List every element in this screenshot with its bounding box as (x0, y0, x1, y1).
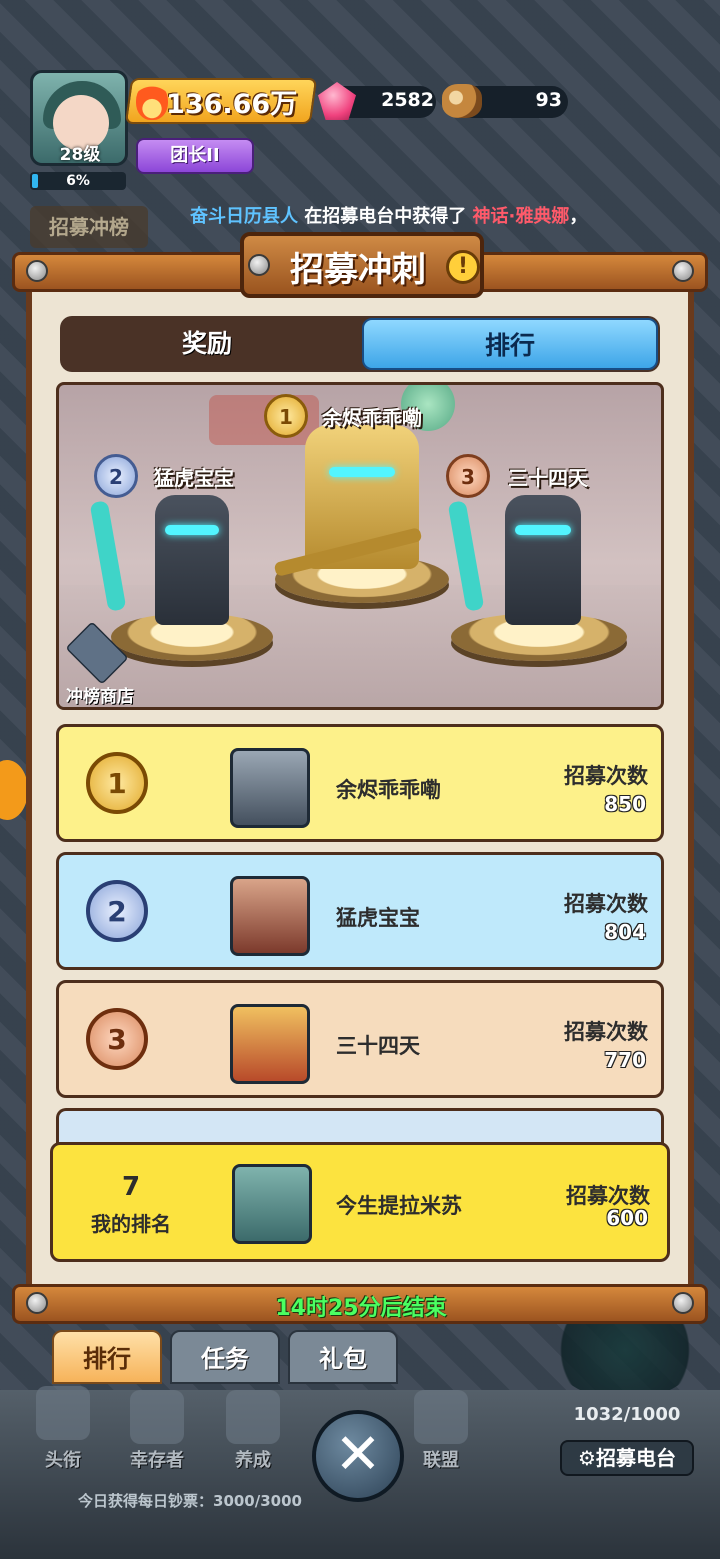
rank-name: 猛虎宝宝 (336, 906, 420, 930)
resource-counter: 1032/1000 (573, 1404, 681, 1425)
recruit-count-label: 招募次数 (564, 764, 648, 788)
tab-ranking-bottom[interactable]: 排行 (52, 1330, 162, 1384)
recruit-count-value: 850 (604, 792, 646, 816)
tab-gift-pack[interactable]: 礼包 (288, 1330, 398, 1384)
ticker-item: 神话·雅典娜 (472, 206, 570, 227)
gem-value: 2582 (381, 89, 434, 111)
nav-alliance[interactable]: 联盟 (396, 1446, 486, 1472)
my-rank-number: 7 (121, 1172, 141, 1202)
rank-2-medal-icon: 2 (86, 880, 148, 942)
daily-banknote-status: 今日获得每日钞票：3000/3000 (78, 1492, 302, 1510)
medal-1-icon: 1 (264, 394, 308, 438)
recruit-count-label: 招募次数 (564, 892, 648, 916)
tab-rewards[interactable]: 奖励 (62, 318, 352, 370)
title-badge[interactable]: 团长II (136, 138, 254, 174)
rank-1-medal-icon: 1 (86, 752, 148, 814)
close-button[interactable]: ✕ (312, 1410, 404, 1502)
hero-visor (165, 525, 219, 535)
title-icon[interactable] (36, 1386, 90, 1440)
ticker-player: 奋斗日历县人 (190, 206, 298, 227)
recruit-count-value: 804 (604, 920, 646, 944)
rank-name: 余烬乖乖嘞 (336, 778, 441, 802)
hero-3[interactable] (505, 495, 581, 625)
bolt-icon (248, 254, 270, 276)
recruit-count-value: 600 (606, 1206, 648, 1230)
exp-percent: 6% (66, 173, 90, 189)
medal-3-icon: 3 (446, 454, 490, 498)
tab-tasks[interactable]: 任务 (170, 1330, 280, 1384)
avatar (230, 748, 310, 828)
panel-title: 招募冲刺 (290, 250, 426, 290)
my-rank-label: 我的排名 (91, 1212, 171, 1236)
nav-develop[interactable]: 养成 (208, 1446, 298, 1472)
countdown-timer: 14时25分后结束 (275, 1296, 447, 1321)
bolt-icon (26, 1292, 48, 1314)
player-level: 28级 (59, 145, 101, 165)
podium-name-2: 猛虎宝宝 (154, 466, 234, 490)
recruit-station-button[interactable]: ⚙招募电台 (560, 1440, 694, 1476)
avatar (230, 876, 310, 956)
gear-icon: ⚙ (578, 1446, 596, 1470)
podium-name-1: 余烬乖乖嘞 (322, 406, 422, 430)
nav-title[interactable]: 头衔 (18, 1446, 108, 1472)
develop-icon[interactable] (226, 1390, 280, 1444)
shop-label[interactable]: 冲榜商店 (58, 682, 142, 707)
recruit-station-label: 招募电台 (595, 1446, 676, 1470)
info-icon[interactable]: ! (446, 250, 480, 284)
wood-value: 93 (535, 89, 562, 111)
bolt-icon (26, 260, 48, 282)
my-name: 今生提拉米苏 (336, 1194, 462, 1218)
medal-2-icon: 2 (94, 454, 138, 498)
my-avatar (232, 1164, 312, 1244)
bg-recruit-rank-tab[interactable]: 招募冲榜 (30, 206, 148, 248)
podium-name-3: 三十四天 (508, 466, 588, 490)
avatar (230, 1004, 310, 1084)
ticker-text: 在招募电台中获得了 (298, 206, 473, 227)
ticker-tail: ， (569, 206, 588, 227)
rank-name: 三十四天 (336, 1034, 420, 1058)
nav-survivor[interactable]: 幸存者 (112, 1446, 202, 1472)
hero-2[interactable] (155, 495, 229, 625)
recruit-count-label: 招募次数 (564, 1020, 648, 1044)
rank-3-medal-icon: 3 (86, 1008, 148, 1070)
bolt-icon (672, 260, 694, 282)
recruit-count-value: 770 (604, 1048, 646, 1072)
power-value: 136.66万 (166, 89, 298, 120)
podium-stage (56, 382, 664, 710)
alliance-icon[interactable] (414, 1390, 468, 1444)
hero-visor (515, 525, 571, 535)
tab-ranking[interactable]: 排行 (362, 318, 658, 370)
bolt-icon (672, 1292, 694, 1314)
broadcast-ticker: 奋斗日历县人 在招募电台中获得了 神话·雅典娜， (190, 202, 587, 228)
hero-visor (329, 467, 395, 477)
flame-icon (136, 82, 168, 120)
survivor-icon[interactable] (130, 1390, 184, 1444)
wood-icon (442, 84, 482, 118)
